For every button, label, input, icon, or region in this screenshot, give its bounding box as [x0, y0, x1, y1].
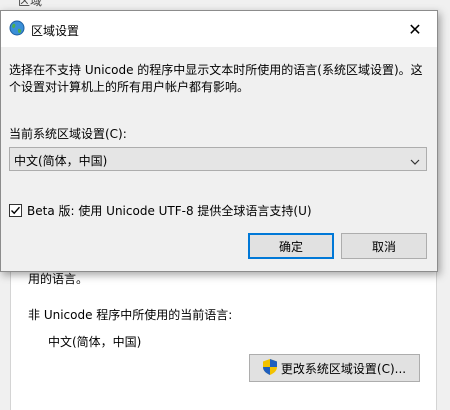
- current-language-value: 中文(简体，中国): [48, 335, 142, 349]
- dialog-description: 选择在不支持 Unicode 的程序中显示文本时所使用的语言(系统区域设置)。这…: [9, 63, 423, 94]
- system-locale-value: 中文(简体，中国): [14, 154, 108, 168]
- cancel-button[interactable]: 取消: [341, 233, 427, 259]
- chevron-down-icon: [410, 155, 420, 165]
- region-settings-dialog: 区域设置 ✕ 选择在不支持 Unicode 的程序中显示文本时所使用的语言(系统…: [0, 10, 438, 272]
- uac-shield-icon: [262, 358, 277, 378]
- close-icon: ✕: [408, 19, 422, 39]
- background-window-title: 区域: [18, 0, 43, 8]
- dialog-titlebar: 区域设置 ✕: [1, 11, 437, 47]
- close-button[interactable]: ✕: [393, 11, 437, 47]
- checkmark-icon: [11, 206, 21, 215]
- globe-icon: [9, 20, 25, 36]
- current-locale-label: 当前系统区域设置(C):: [9, 127, 127, 141]
- non-unicode-language-label: 非 Unicode 程序中所使用的当前语言:: [28, 308, 233, 322]
- utf8-checkbox[interactable]: [9, 204, 22, 217]
- background-wrapped-text: 用的语言。: [28, 272, 89, 286]
- change-system-locale-button[interactable]: 更改系统区域设置(C)...: [249, 354, 420, 382]
- utf8-checkbox-label: Beta 版: 使用 Unicode UTF-8 提供全球语言支持(U): [27, 204, 312, 218]
- system-locale-select[interactable]: 中文(简体，中国): [9, 147, 427, 171]
- change-system-locale-label: 更改系统区域设置(C)...: [280, 361, 407, 376]
- ok-button[interactable]: 确定: [248, 233, 334, 259]
- utf8-checkbox-row[interactable]: Beta 版: 使用 Unicode UTF-8 提供全球语言支持(U): [9, 202, 312, 219]
- dialog-title: 区域设置: [31, 24, 80, 38]
